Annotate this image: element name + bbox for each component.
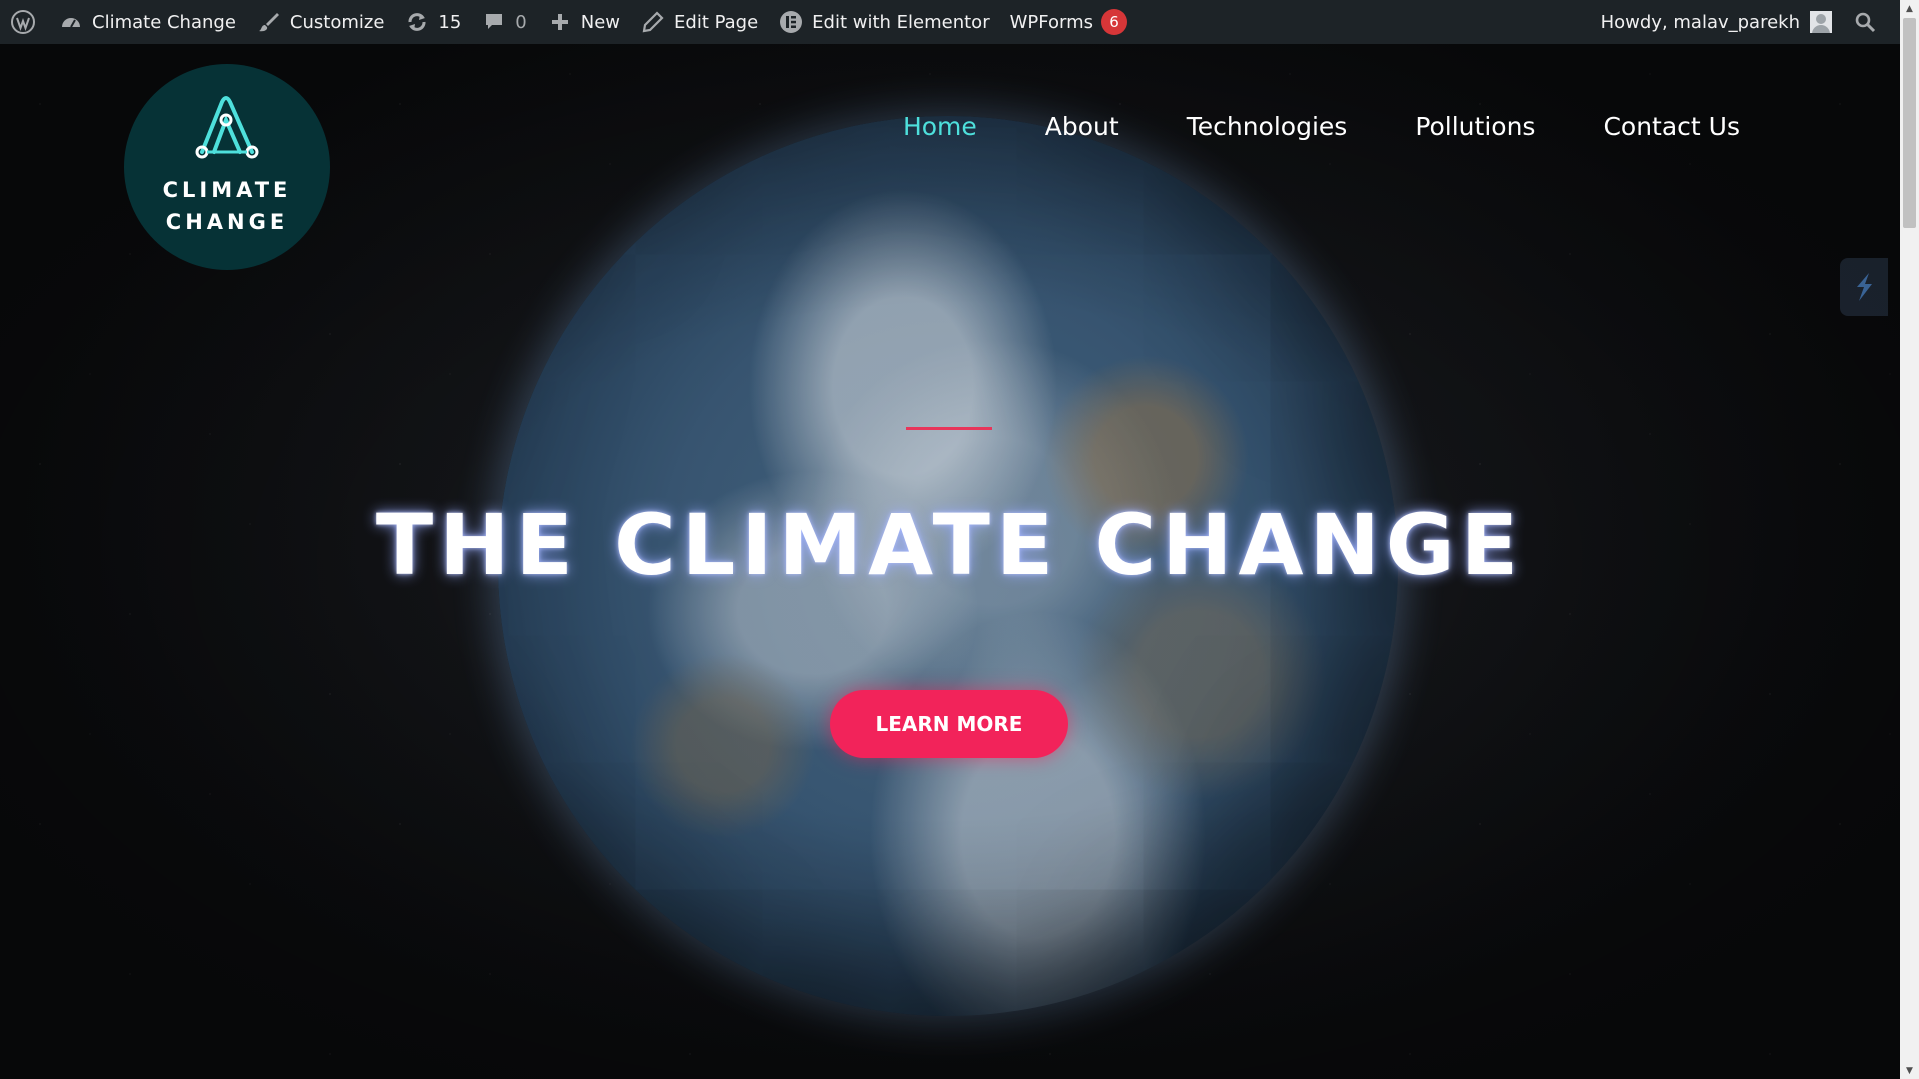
wordpress-menu[interactable] — [0, 0, 48, 44]
wordpress-icon — [10, 9, 36, 35]
edit-elementor-label: Edit with Elementor — [812, 11, 990, 33]
main-nav: Home About Technologies Pollutions Conta… — [835, 112, 1740, 141]
hero-accent-line — [906, 427, 992, 430]
floating-tool-button[interactable] — [1840, 258, 1888, 316]
scroll-up-arrow[interactable]: ▲ — [1900, 0, 1919, 17]
scroll-down-arrow[interactable]: ▼ — [1900, 1062, 1919, 1079]
scroll-thumb[interactable] — [1903, 18, 1916, 228]
tool-icon — [1857, 273, 1872, 301]
edit-elementor-link[interactable]: Edit with Elementor — [768, 0, 999, 44]
updates-icon — [404, 9, 430, 35]
logo-line-2: CHANGE — [165, 210, 289, 234]
comments-link[interactable]: 0 — [471, 0, 536, 44]
nav-item-home[interactable]: Home — [903, 112, 977, 141]
hero-section: CLIMATE CHANGE Home About Technologies P… — [0, 44, 1900, 1079]
nav-item-technologies[interactable]: Technologies — [1187, 112, 1348, 141]
nav-item-contact-us[interactable]: Contact Us — [1603, 112, 1740, 141]
hero-title: THE CLIMATE CHANGE — [375, 496, 1525, 594]
logo-text: CLIMATE CHANGE — [163, 174, 292, 238]
howdy-label: Howdy, malav_parekh — [1600, 11, 1800, 33]
customize-link[interactable]: Customize — [246, 0, 394, 44]
new-label: New — [580, 11, 621, 33]
page-scrollbar[interactable]: ▲ ▼ — [1900, 0, 1919, 1079]
search-button[interactable] — [1842, 0, 1900, 44]
new-content-menu[interactable]: New — [537, 0, 630, 44]
wpforms-label: WPForms — [1009, 11, 1093, 33]
avatar — [1810, 11, 1832, 33]
comments-count: 0 — [515, 11, 527, 33]
account-menu[interactable]: Howdy, malav_parekh — [1591, 0, 1842, 44]
brush-icon — [256, 9, 282, 35]
pencil-icon — [640, 9, 666, 35]
customize-label: Customize — [289, 11, 385, 33]
logo-line-1: CLIMATE — [162, 178, 292, 202]
site-name-label: Climate Change — [92, 11, 236, 33]
logo-mark-icon — [195, 96, 259, 159]
nav-item-about[interactable]: About — [1045, 112, 1119, 141]
wpforms-badge: 6 — [1100, 9, 1127, 35]
edit-page-link[interactable]: Edit Page — [630, 0, 768, 44]
elementor-icon — [778, 9, 804, 35]
site-logo[interactable]: CLIMATE CHANGE — [124, 64, 330, 270]
updates-link[interactable]: 15 — [394, 0, 471, 44]
admin-bar: Climate Change Customize 15 0 New Edit P… — [0, 0, 1900, 44]
edit-page-label: Edit Page — [674, 11, 759, 33]
dashboard-icon — [58, 9, 84, 35]
site-name-menu[interactable]: Climate Change — [48, 0, 246, 44]
nav-item-pollutions[interactable]: Pollutions — [1415, 112, 1535, 141]
comment-icon — [481, 9, 507, 35]
plus-icon — [547, 9, 573, 35]
learn-more-button[interactable]: LEARN MORE — [830, 690, 1068, 758]
updates-count: 15 — [438, 11, 462, 33]
wpforms-menu[interactable]: WPForms 6 — [1000, 0, 1137, 44]
search-icon — [1852, 9, 1878, 35]
